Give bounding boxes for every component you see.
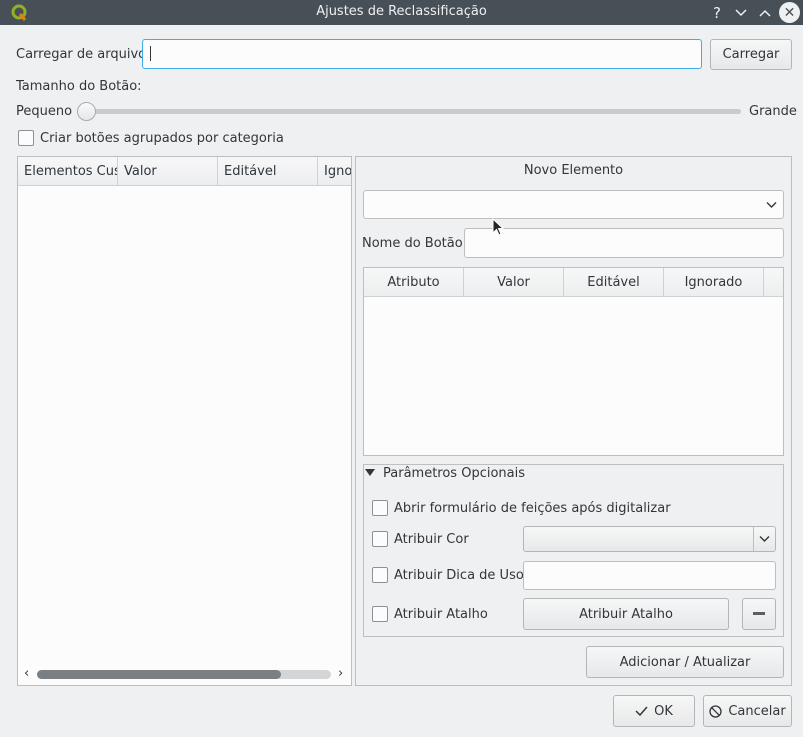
table-header: Elementos Cus Valor Editável Igno (18, 157, 351, 186)
check-icon (635, 706, 648, 716)
color-dropdown-button[interactable] (753, 527, 775, 551)
column-header[interactable]: Valor (464, 268, 564, 297)
chevron-down-icon (759, 536, 770, 542)
button-size-slider-handle[interactable] (77, 102, 96, 121)
attributes-table[interactable]: Atributo Valor Editável Ignorado (363, 267, 784, 456)
element-type-combobox[interactable] (363, 190, 784, 219)
mouse-cursor-icon (492, 218, 504, 236)
column-header[interactable]: Atributo (364, 268, 464, 297)
maximize-icon[interactable] (755, 3, 775, 23)
column-header[interactable]: Editável (218, 157, 318, 186)
tooltip-input[interactable] (523, 561, 776, 590)
cancel-icon (709, 704, 722, 718)
load-file-label: Carregar de arquivo (16, 47, 147, 62)
slider-min-label: Pequeno (16, 104, 73, 119)
optional-parameters-title[interactable]: Parâmetros Opcionais (383, 466, 525, 481)
assign-shortcut-label: Atribuir Atalho (394, 607, 488, 622)
table-header: Atributo Valor Editável Ignorado (364, 268, 783, 297)
custom-elements-table[interactable]: Elementos Cus Valor Editável Igno (17, 156, 352, 686)
clear-shortcut-button[interactable] (742, 598, 776, 630)
column-header[interactable]: Editável (564, 268, 664, 297)
column-header[interactable]: Igno (318, 157, 351, 186)
column-header[interactable]: Valor (118, 157, 218, 186)
group-by-category-checkbox[interactable] (18, 130, 34, 146)
help-icon[interactable]: ? (707, 3, 727, 23)
window-title: Ajustes de Reclassificação (316, 4, 487, 19)
ok-button[interactable]: OK (613, 695, 695, 727)
chevron-down-icon (766, 202, 777, 208)
text-caret (150, 46, 151, 61)
cancel-button[interactable]: Cancelar (703, 695, 792, 727)
new-element-title: Novo Elemento (523, 163, 624, 178)
load-button[interactable]: Carregar (710, 39, 792, 70)
cancel-label: Cancelar (728, 703, 786, 719)
minus-icon (753, 612, 765, 615)
assign-tooltip-label: Atribuir Dica de Uso (394, 568, 524, 583)
open-form-label: Abrir formulário de feições após digital… (394, 501, 671, 516)
scrollbar-thumb[interactable] (37, 670, 281, 679)
column-header-filler (764, 268, 783, 297)
button-size-label: Tamanho do Botão: (16, 79, 142, 94)
assign-color-label: Atribuir Cor (394, 532, 469, 547)
horizontal-scrollbar[interactable]: ‹ › (22, 666, 348, 681)
assign-shortcut-checkbox[interactable] (372, 606, 388, 622)
minimize-icon[interactable] (731, 3, 751, 23)
button-name-input[interactable] (464, 228, 784, 258)
scroll-left-icon[interactable]: ‹ (24, 666, 29, 681)
group-by-category-label: Criar botões agrupados por categoria (40, 131, 284, 146)
button-size-slider-track[interactable] (86, 109, 741, 114)
open-form-checkbox[interactable] (372, 500, 388, 516)
scroll-right-icon[interactable]: › (338, 666, 343, 681)
column-header[interactable]: Elementos Cus (18, 157, 118, 186)
slider-max-label: Grande (749, 104, 797, 119)
color-picker-combobox[interactable] (523, 526, 776, 552)
column-header[interactable]: Ignorado (664, 268, 764, 297)
close-icon[interactable]: ✕ (779, 2, 800, 23)
add-update-button[interactable]: Adicionar / Atualizar (586, 646, 784, 678)
assign-shortcut-button[interactable]: Atribuir Atalho (523, 598, 729, 630)
ok-label: OK (654, 703, 673, 719)
button-name-label: Nome do Botão (362, 236, 463, 251)
load-file-input[interactable] (142, 39, 702, 69)
collapse-triangle-icon[interactable] (365, 469, 375, 477)
assign-color-checkbox[interactable] (372, 531, 388, 547)
assign-tooltip-checkbox[interactable] (372, 567, 388, 583)
title-bar: Ajustes de Reclassificação ? ✕ (0, 0, 803, 25)
